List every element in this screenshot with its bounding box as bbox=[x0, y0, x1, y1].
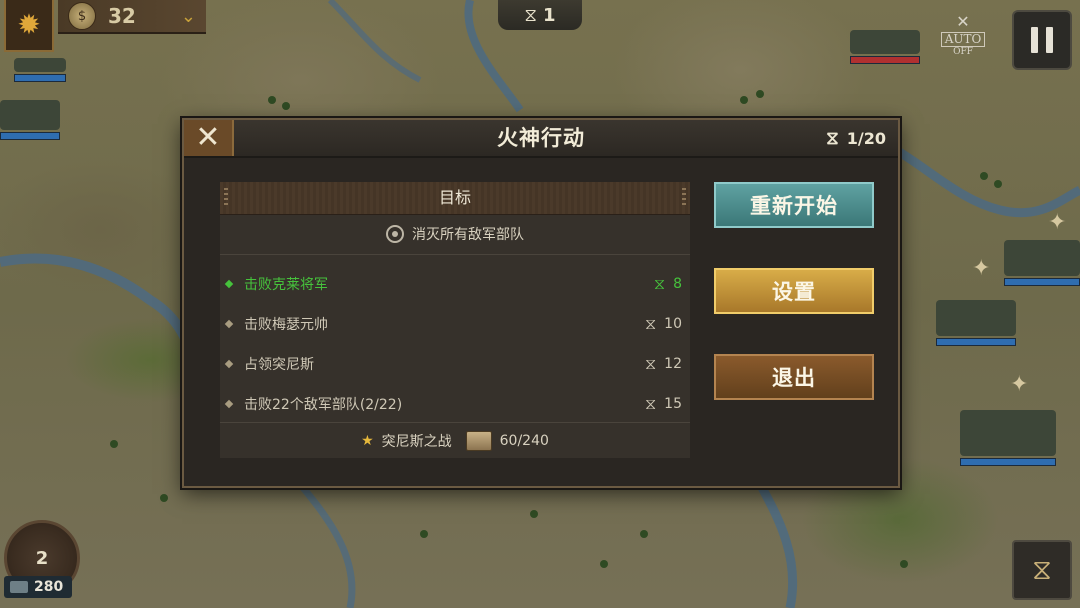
armored-car-unit[interactable] bbox=[960, 410, 1056, 466]
battle-name: 突尼斯之战 bbox=[381, 434, 452, 450]
target-icon bbox=[386, 225, 404, 243]
auto-label: AUTO bbox=[941, 32, 985, 47]
supply-icon bbox=[10, 581, 28, 593]
artillery-unit[interactable] bbox=[0, 100, 60, 140]
bullet-icon bbox=[224, 319, 234, 329]
level-number: 2 bbox=[35, 547, 49, 569]
grip-icon bbox=[224, 188, 228, 208]
objective-row: 击败22个敌军部队(2/22) ⧖ 15 bbox=[220, 384, 690, 424]
objective-label: 击败克莱将军 bbox=[244, 277, 328, 293]
hourglass-icon: ⧖ bbox=[644, 354, 657, 373]
star-icon: ★ bbox=[361, 433, 374, 449]
rank-wings-icon: ✦ bbox=[1048, 210, 1067, 235]
objectives-title: 目标 bbox=[438, 188, 471, 207]
hourglass-icon: ⧖ bbox=[644, 314, 657, 333]
grip-icon bbox=[682, 188, 686, 208]
turn-progress: ⧖ 1/20 bbox=[826, 120, 886, 156]
supply-counter: 280 bbox=[4, 576, 72, 598]
bullet-icon bbox=[224, 399, 234, 409]
restart-button[interactable]: 重新开始 bbox=[714, 182, 874, 228]
objective-label: 击败梅瑟元帅 bbox=[244, 317, 328, 333]
enemy-artillery-unit[interactable] bbox=[850, 30, 920, 64]
supply-count: 280 bbox=[34, 579, 64, 595]
tank-unit[interactable] bbox=[1004, 240, 1080, 286]
turn-progress-value: 1/20 bbox=[846, 128, 886, 148]
main-objective-label: 消灭所有敌军部队 bbox=[412, 227, 524, 243]
settings-button[interactable]: 设置 bbox=[714, 268, 874, 314]
objective-turn: 10 bbox=[664, 316, 682, 332]
auto-battle-toggle[interactable]: ✕ AUTO OFF bbox=[936, 14, 990, 60]
allied-unit[interactable] bbox=[14, 58, 66, 82]
rank-wings-icon: ✦ bbox=[1010, 372, 1029, 397]
sun-icon: ✹ bbox=[17, 8, 41, 41]
faction-badge[interactable]: ✹ bbox=[4, 0, 54, 52]
bullet-icon bbox=[224, 279, 234, 289]
hourglass-icon: ⧖ bbox=[524, 4, 538, 26]
close-button[interactable]: ✕ bbox=[184, 120, 234, 156]
objective-row: 击败克莱将军 ⧖ 8 bbox=[220, 264, 690, 304]
pause-button[interactable] bbox=[1012, 10, 1072, 70]
end-turn-button[interactable]: ⧖ bbox=[1012, 540, 1072, 600]
objective-label: 击败22个敌军部队(2/22) bbox=[244, 397, 403, 413]
chest-icon bbox=[465, 431, 492, 451]
objective-row: 占领突尼斯 ⧖ 12 bbox=[220, 344, 690, 384]
quit-button[interactable]: 退出 bbox=[714, 354, 874, 400]
objective-turn: 8 bbox=[673, 276, 682, 292]
objective-turn: 15 bbox=[664, 396, 682, 412]
dialog-header bbox=[184, 120, 898, 158]
mission-dialog: ✕ 火神行动 ⧖ 1/20 目标 消灭所有敌军部队 击败克莱将军 ⧖ 8 击败梅… bbox=[182, 118, 900, 488]
coin-count: 32 bbox=[108, 4, 136, 28]
battle-reward: ★ 突尼斯之战 60/240 bbox=[220, 422, 690, 459]
hourglass-icon: ⧖ bbox=[1032, 553, 1052, 586]
hourglass-icon: ⧖ bbox=[653, 274, 666, 293]
hourglass-icon: ⧖ bbox=[826, 127, 839, 149]
bullet-icon bbox=[224, 359, 234, 369]
pause-icon bbox=[1031, 27, 1038, 53]
crossed-rifles-icon: ✕ bbox=[956, 12, 970, 31]
turn-number: 1 bbox=[543, 4, 556, 26]
main-objective: 消灭所有敌军部队 bbox=[220, 214, 690, 255]
objective-turn: 12 bbox=[664, 356, 682, 372]
objectives-panel: 目标 消灭所有敌军部队 击败克莱将军 ⧖ 8 击败梅瑟元帅 ⧖ 10 占领突尼斯 bbox=[220, 182, 690, 458]
coin-counter[interactable]: $ 32 ⌄ bbox=[58, 0, 206, 34]
turn-indicator: ⧖ 1 bbox=[498, 0, 582, 30]
reward-progress: 60/240 bbox=[499, 433, 549, 449]
objectives-header: 目标 bbox=[220, 182, 690, 215]
artillery-unit[interactable] bbox=[936, 300, 1016, 346]
rank-wings-icon: ✦ bbox=[972, 256, 991, 281]
objective-row: 击败梅瑟元帅 ⧖ 10 bbox=[220, 304, 690, 344]
close-icon: ✕ bbox=[195, 120, 221, 155]
auto-state: OFF bbox=[953, 47, 973, 57]
coin-icon: $ bbox=[68, 2, 96, 30]
objective-label: 占领突尼斯 bbox=[244, 357, 314, 373]
hourglass-icon: ⧖ bbox=[644, 394, 657, 413]
chevron-down-icon[interactable]: ⌄ bbox=[181, 6, 196, 27]
